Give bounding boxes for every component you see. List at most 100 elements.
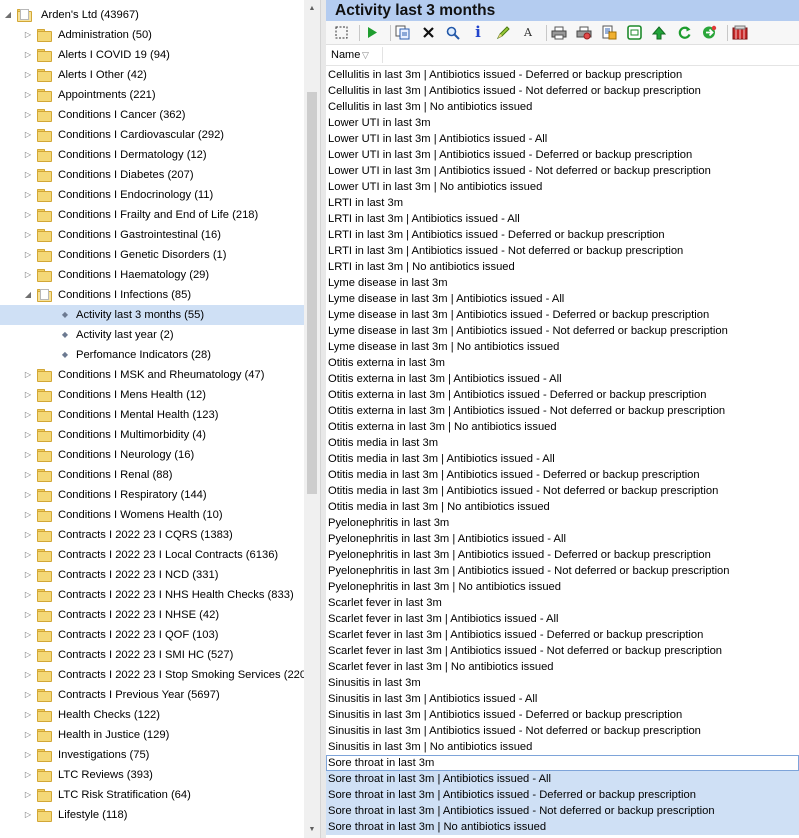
expand-arrow-icon[interactable]: ▷ xyxy=(23,205,33,225)
expand-arrow-icon[interactable]: ▷ xyxy=(23,705,33,725)
tree-item[interactable]: ▷ Conditions I Renal (88) xyxy=(0,465,304,485)
list-item[interactable]: Sore throat in last 3m xyxy=(326,755,799,771)
list-item[interactable]: Sore throat in last 3m | No antibiotics … xyxy=(326,819,799,835)
tree-item[interactable]: ▷ Conditions I Dermatology (12) xyxy=(0,145,304,165)
list-item[interactable]: Lower UTI in last 3m | No antibiotics is… xyxy=(326,179,799,195)
scroll-up-arrow-icon[interactable]: ▲ xyxy=(304,0,320,17)
tree-item[interactable]: ▷ Administration (50) xyxy=(0,25,304,45)
tree-item[interactable]: ◆ Activity last 3 months (55) xyxy=(0,305,304,325)
expand-arrow-icon[interactable]: ▷ xyxy=(23,785,33,805)
expand-arrow-icon[interactable]: ▷ xyxy=(23,585,33,605)
list-item[interactable]: LRTI in last 3m | Antibiotics issued - N… xyxy=(326,243,799,259)
expand-arrow-icon[interactable]: ▷ xyxy=(23,185,33,205)
tree-item[interactable]: ◢ Conditions I Infections (85) xyxy=(0,285,304,305)
tree-item[interactable]: ◢ Arden's Ltd (43967) xyxy=(0,5,304,25)
list-item[interactable]: Scarlet fever in last 3m | Antibiotics i… xyxy=(326,627,799,643)
list-item[interactable]: Lower UTI in last 3m | Antibiotics issue… xyxy=(326,163,799,179)
list-item[interactable]: Pyelonephritis in last 3m | Antibiotics … xyxy=(326,563,799,579)
list-item[interactable]: LRTI in last 3m | Antibiotics issued - A… xyxy=(326,211,799,227)
search-icon[interactable] xyxy=(444,24,462,41)
tree-item[interactable]: ▷ Conditions I Genetic Disorders (1) xyxy=(0,245,304,265)
expand-arrow-icon[interactable]: ▷ xyxy=(23,725,33,745)
expand-arrow-icon[interactable]: ▷ xyxy=(23,805,33,825)
tree-item[interactable]: ▷ Conditions I Frailty and End of Life (2… xyxy=(0,205,304,225)
navigation-tree[interactable]: ◢ Arden's Ltd (43967) ▷ Administration (50)… xyxy=(0,0,304,838)
tree-item[interactable]: ▷ Conditions I Neurology (16) xyxy=(0,445,304,465)
list-item[interactable]: Lower UTI in last 3m xyxy=(326,115,799,131)
forward-icon[interactable] xyxy=(700,24,718,41)
library-icon[interactable] xyxy=(731,24,749,41)
tree-item[interactable]: ▷ Contracts I 2022 23 I QOF (103) xyxy=(0,625,304,645)
expand-arrow-icon[interactable]: ▷ xyxy=(23,745,33,765)
tree-item[interactable]: ◆ Perfomance Indicators (28) xyxy=(0,345,304,365)
tree-item[interactable]: ▷ LTC Risk Stratification (64) xyxy=(0,785,304,805)
tree-item[interactable]: ▷ Contracts I 2022 23 I CQRS (1383) xyxy=(0,525,304,545)
list-item[interactable]: Lyme disease in last 3m xyxy=(326,275,799,291)
list-item[interactable]: Scarlet fever in last 3m | Antibiotics i… xyxy=(326,643,799,659)
list-item[interactable]: Otitis externa in last 3m | Antibiotics … xyxy=(326,403,799,419)
list-item[interactable]: Lower UTI in last 3m | Antibiotics issue… xyxy=(326,147,799,163)
print-preview-icon[interactable] xyxy=(575,24,593,41)
list-item[interactable]: LRTI in last 3m | Antibiotics issued - D… xyxy=(326,227,799,243)
expand-arrow-icon[interactable]: ▷ xyxy=(23,45,33,65)
expand-arrow-icon[interactable]: ▷ xyxy=(23,105,33,125)
tree-item[interactable]: ▷ Conditions I Womens Health (10) xyxy=(0,505,304,525)
tree-item[interactable]: ▷ Lifestyle (118) xyxy=(0,805,304,825)
expand-arrow-icon[interactable]: ▷ xyxy=(23,25,33,45)
tree-item[interactable]: ▷ Contracts I 2022 23 I NHS Health Checks… xyxy=(0,585,304,605)
expand-arrow-icon[interactable]: ▷ xyxy=(23,425,33,445)
list-item[interactable]: Otitis externa in last 3m | Antibiotics … xyxy=(326,387,799,403)
font-icon[interactable]: A xyxy=(519,24,537,41)
copy-icon[interactable] xyxy=(394,24,412,41)
tree-item[interactable]: ▷ Conditions I Mental Health (123) xyxy=(0,405,304,425)
expand-arrow-icon[interactable]: ▷ xyxy=(23,445,33,465)
list-item[interactable]: Otitis media in last 3m | Antibiotics is… xyxy=(326,451,799,467)
info-icon[interactable]: i xyxy=(469,24,487,41)
list-item[interactable]: Sinusitis in last 3m | Antibiotics issue… xyxy=(326,723,799,739)
list-item[interactable]: Sore throat in last 3m | Antibiotics iss… xyxy=(326,787,799,803)
tree-item[interactable]: ▷ Conditions I Haematology (29) xyxy=(0,265,304,285)
expand-arrow-icon[interactable]: ▷ xyxy=(23,65,33,85)
expand-arrow-icon[interactable]: ▷ xyxy=(23,605,33,625)
scroll-down-arrow-icon[interactable]: ▼ xyxy=(304,821,320,838)
list-item[interactable]: Sinusitis in last 3m xyxy=(326,675,799,691)
expand-arrow-icon[interactable]: ▷ xyxy=(23,685,33,705)
name-column-header[interactable]: Name xyxy=(331,45,360,66)
expand-arrow-icon[interactable]: ▷ xyxy=(23,125,33,145)
list-item[interactable]: LRTI in last 3m | No antibiotics issued xyxy=(326,259,799,275)
tree-vertical-scrollbar[interactable]: ▲ ▼ xyxy=(304,0,320,838)
tree-item[interactable]: ▷ Health in Justice (129) xyxy=(0,725,304,745)
export-icon[interactable] xyxy=(600,24,618,41)
tree-item[interactable]: ▷ Contracts I 2022 23 I Local Contracts (… xyxy=(0,545,304,565)
list-item[interactable]: Sinusitis in last 3m | Antibiotics issue… xyxy=(326,691,799,707)
list-item[interactable]: Pyelonephritis in last 3m xyxy=(326,515,799,531)
expand-arrow-icon[interactable]: ▷ xyxy=(23,365,33,385)
expand-arrow-icon[interactable]: ▷ xyxy=(23,85,33,105)
tree-item[interactable]: ▷ Health Checks (122) xyxy=(0,705,304,725)
refresh-icon[interactable] xyxy=(675,24,693,41)
expand-arrow-icon[interactable]: ▷ xyxy=(23,645,33,665)
tree-item[interactable]: ▷ Appointments (221) xyxy=(0,85,304,105)
list-item[interactable]: Lyme disease in last 3m | Antibiotics is… xyxy=(326,323,799,339)
tree-item[interactable]: ▷ Conditions I Cancer (362) xyxy=(0,105,304,125)
expand-arrow-icon[interactable]: ▷ xyxy=(23,565,33,585)
list-item[interactable]: Lower UTI in last 3m | Antibiotics issue… xyxy=(326,131,799,147)
tree-item[interactable]: ▷ Conditions I Multimorbidity (4) xyxy=(0,425,304,445)
list-item[interactable]: Scarlet fever in last 3m | Antibiotics i… xyxy=(326,611,799,627)
edit-icon[interactable] xyxy=(494,24,512,41)
tree-item[interactable]: ▷ Contracts I 2022 23 I Stop Smoking Serv… xyxy=(0,665,304,685)
tree-item[interactable]: ▷ Contracts I 2022 23 I NHSE (42) xyxy=(0,605,304,625)
expand-arrow-icon[interactable]: ▷ xyxy=(23,525,33,545)
list-item[interactable]: Otitis externa in last 3m | No antibioti… xyxy=(326,419,799,435)
list-item[interactable]: Scarlet fever in last 3m | No antibiotic… xyxy=(326,659,799,675)
tree-item[interactable]: ▷ Conditions I Diabetes (207) xyxy=(0,165,304,185)
collapse-arrow-icon[interactable]: ◢ xyxy=(3,5,13,25)
print-icon[interactable] xyxy=(550,24,568,41)
tree-item[interactable]: ▷ Conditions I Endocrinology (11) xyxy=(0,185,304,205)
tree-item[interactable]: ▷ Contracts I 2022 23 I SMI HC (527) xyxy=(0,645,304,665)
expand-arrow-icon[interactable]: ▷ xyxy=(23,465,33,485)
select-all-icon[interactable] xyxy=(332,24,350,41)
expand-arrow-icon[interactable]: ▷ xyxy=(23,265,33,285)
expand-arrow-icon[interactable]: ▷ xyxy=(23,505,33,525)
list-item[interactable]: LRTI in last 3m xyxy=(326,195,799,211)
